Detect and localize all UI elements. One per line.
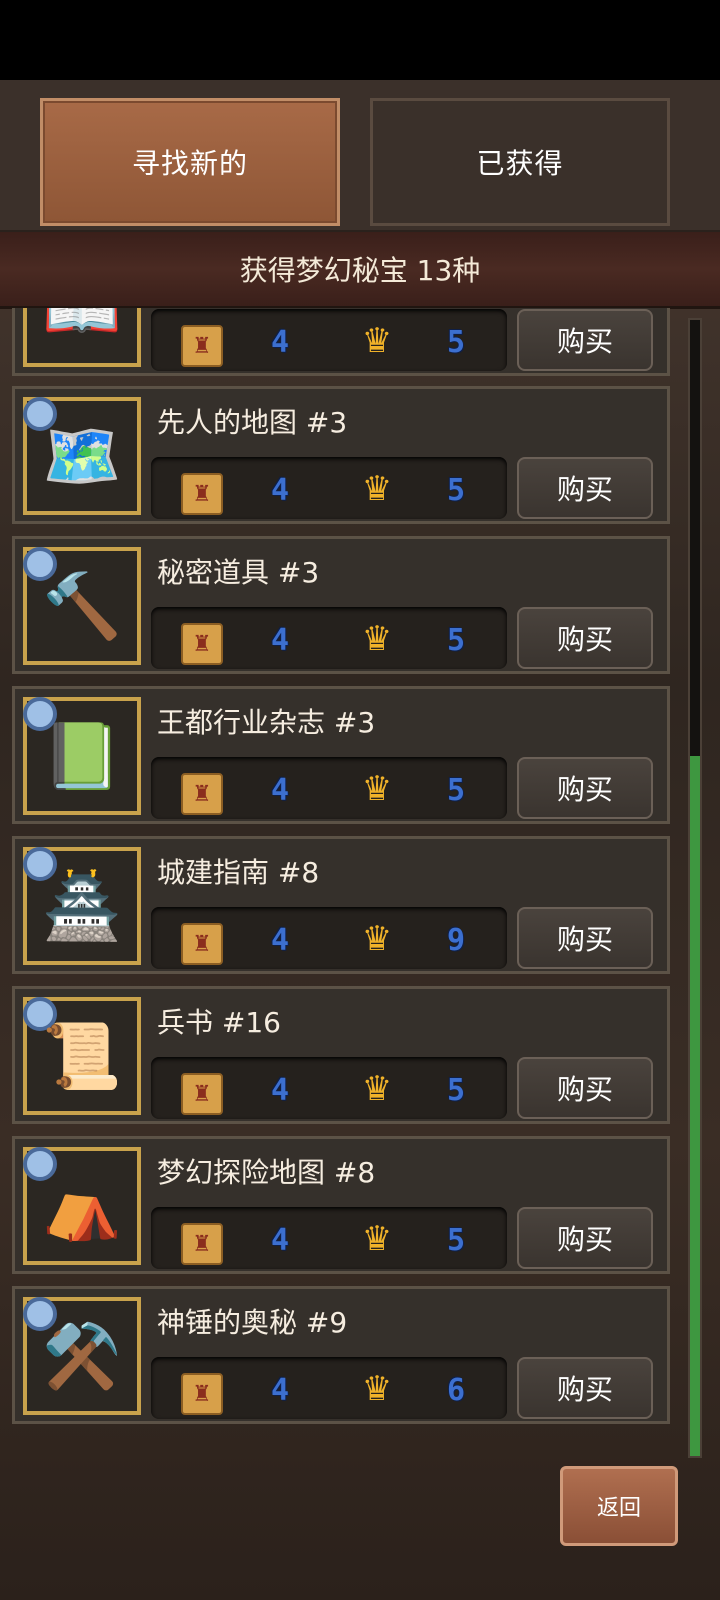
item-thumbnail: ⛺	[23, 1147, 141, 1265]
item-title: 先人的地图 #3	[157, 406, 348, 439]
item-title: 神锤的奥秘 #9	[157, 1306, 348, 1339]
scrollbar[interactable]	[688, 318, 702, 1458]
crown-icon: ♛	[361, 469, 393, 509]
item-thumbnail: 📜	[23, 997, 141, 1115]
buy-button[interactable]: 购买	[517, 1357, 653, 1419]
item-title: 兵书 #16	[157, 1006, 281, 1039]
item-thumbnail: 📗	[23, 697, 141, 815]
back-button[interactable]: 返回	[560, 1466, 678, 1546]
crown-count: 5	[446, 622, 466, 658]
item-stats: ♜ 4 ♛ 5	[151, 607, 507, 669]
item-title: 城建指南 #8	[157, 856, 320, 889]
trophy-icon: ♜	[181, 325, 223, 367]
anvil-hammer-icon: ⚒️	[42, 1319, 122, 1394]
item-stats: ♜ 4 ♛ 6	[151, 1357, 507, 1419]
book-icon: 📖	[42, 308, 122, 346]
trophy-icon: ♜	[181, 1073, 223, 1115]
crown-count: 5	[446, 1222, 466, 1258]
crown-icon: ♛	[361, 1219, 393, 1259]
item-thumbnail: 🏯	[23, 847, 141, 965]
tab-find-new[interactable]: 寻找新的	[40, 98, 340, 226]
item-stats: ♜ 4 ♛ 5	[151, 757, 507, 819]
item-stats: ♜ 4 ♛ 9	[151, 907, 507, 969]
mystery-hammer-icon: 🔨	[42, 569, 122, 644]
list-item: 🔨 秘密道具 #3 ♜ 4 ♛ 5 购买	[12, 536, 670, 674]
list-item: 📖 ♜ 4 ♛ 5 购买	[12, 308, 670, 376]
city-guide-icon: 🏯	[42, 869, 122, 944]
trophy-icon: ♜	[181, 1223, 223, 1265]
crown-icon: ♛	[361, 919, 393, 959]
crown-icon: ♛	[361, 321, 393, 361]
trophy-count: 4	[270, 1072, 290, 1108]
list-item: 📗 王都行业杂志 #3 ♜ 4 ♛ 5 购买	[12, 686, 670, 824]
trophy-icon: ♜	[181, 623, 223, 665]
treasure-map-icon: 🗺️	[42, 419, 122, 494]
trophy-icon: ♜	[181, 773, 223, 815]
item-title: 王都行业杂志 #3	[157, 706, 376, 739]
buy-button[interactable]: 购买	[517, 457, 653, 519]
list-item: 🗺️ 先人的地图 #3 ♜ 4 ♛ 5 购买	[12, 386, 670, 524]
tent-icon: ⛺	[42, 1169, 122, 1244]
item-thumbnail: 📖	[23, 308, 141, 367]
list-item: 🏯 城建指南 #8 ♜ 4 ♛ 9 购买	[12, 836, 670, 974]
status-bar	[0, 0, 720, 80]
buy-button[interactable]: 购买	[517, 309, 653, 371]
trophy-icon: ♜	[181, 1373, 223, 1415]
crown-icon: ♛	[361, 769, 393, 809]
trophy-icon: ♜	[181, 923, 223, 965]
buy-button[interactable]: 购买	[517, 1057, 653, 1119]
item-thumbnail: 🔨	[23, 547, 141, 665]
buy-button[interactable]: 购买	[517, 607, 653, 669]
crown-count: 5	[446, 772, 466, 808]
trophy-icon: ♜	[181, 473, 223, 515]
trophy-count: 4	[270, 1372, 290, 1408]
crown-count: 9	[446, 922, 466, 958]
military-book-icon: 📜	[42, 1019, 122, 1094]
trophy-count: 4	[270, 324, 290, 360]
list-item: 📜 兵书 #16 ♜ 4 ♛ 5 购买	[12, 986, 670, 1124]
buy-button[interactable]: 购买	[517, 757, 653, 819]
crown-count: 6	[446, 1372, 466, 1408]
buy-button[interactable]: 购买	[517, 907, 653, 969]
crown-icon: ♛	[361, 619, 393, 659]
magazine-icon: 📗	[42, 719, 122, 794]
trophy-count: 4	[270, 622, 290, 658]
crown-count: 5	[446, 324, 466, 360]
item-stats: ♜ 4 ♛ 5	[151, 457, 507, 519]
item-title: 秘密道具 #3	[157, 556, 320, 589]
item-stats: ♜ 4 ♛ 5	[151, 309, 507, 371]
trophy-count: 4	[270, 472, 290, 508]
item-stats: ♜ 4 ♛ 5	[151, 1057, 507, 1119]
trophy-count: 4	[270, 772, 290, 808]
item-thumbnail: ⚒️	[23, 1297, 141, 1415]
buy-button[interactable]: 购买	[517, 1207, 653, 1269]
item-thumbnail: 🗺️	[23, 397, 141, 515]
trophy-count: 4	[270, 1222, 290, 1258]
list-item: ⚒️ 神锤的奥秘 #9 ♜ 4 ♛ 6 购买	[12, 1286, 670, 1424]
scrollbar-thumb[interactable]	[690, 756, 700, 1456]
treasure-list[interactable]: 📖 ♜ 4 ♛ 5 购买 🗺️ 先人的地图 #3 ♜ 4 ♛ 5 购买 🔨 秘密…	[10, 308, 672, 1458]
trophy-count: 4	[270, 922, 290, 958]
crown-count: 5	[446, 472, 466, 508]
collection-count-banner: 获得梦幻秘宝 13种	[0, 232, 720, 309]
item-stats: ♜ 4 ♛ 5	[151, 1207, 507, 1269]
tab-owned[interactable]: 已获得	[370, 98, 670, 226]
crown-count: 5	[446, 1072, 466, 1108]
list-item: ⛺ 梦幻探险地图 #8 ♜ 4 ♛ 5 购买	[12, 1136, 670, 1274]
item-title: 梦幻探险地图 #8	[157, 1156, 376, 1189]
crown-icon: ♛	[361, 1369, 393, 1409]
crown-icon: ♛	[361, 1069, 393, 1109]
